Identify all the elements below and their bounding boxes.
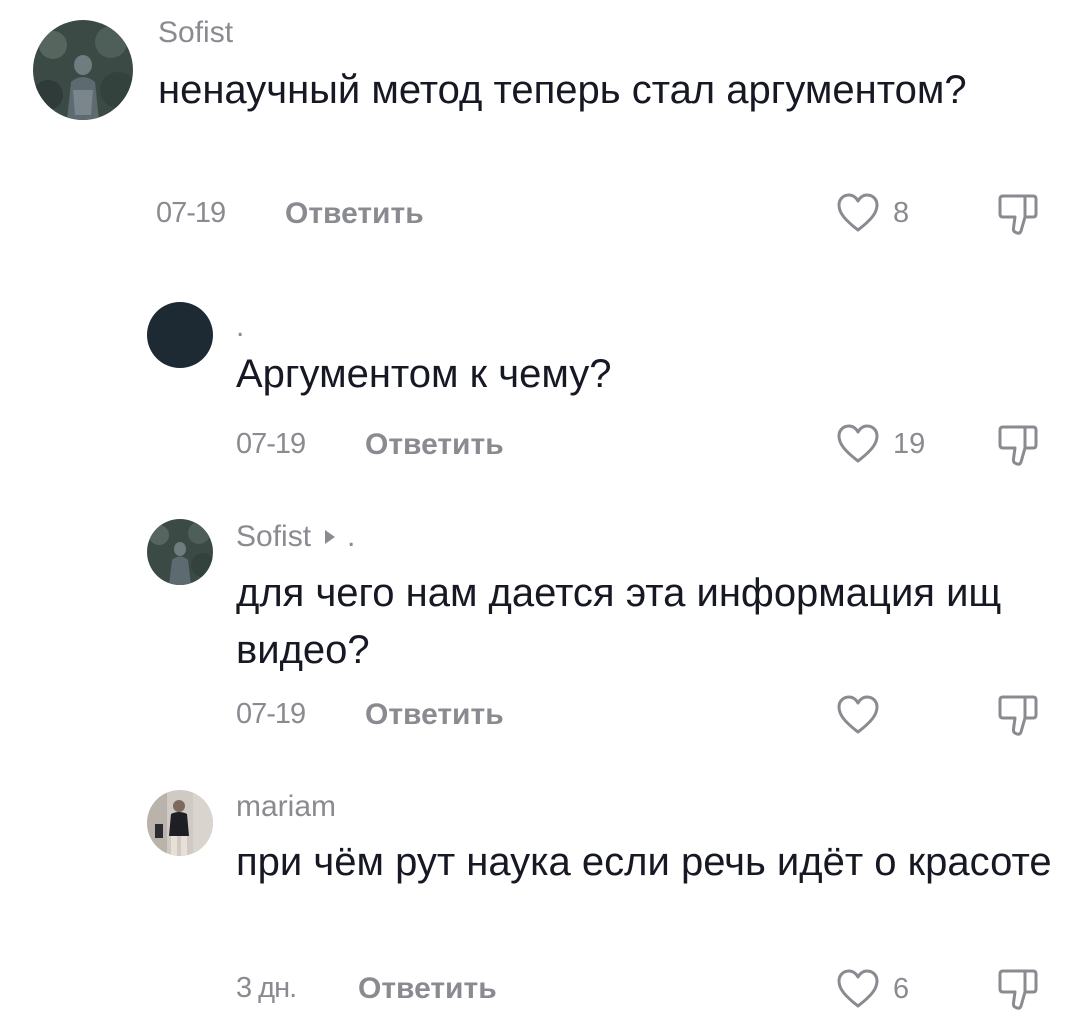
dislike-button[interactable] [997,192,1039,238]
dislike-button[interactable] [997,967,1039,1013]
reply-item: mariam при чём рут наука если речь идёт … [0,770,1079,1020]
thumbs-down-icon [998,969,1038,1010]
avatar-image [147,790,213,856]
like-button[interactable]: 8 [835,192,909,234]
thumbs-down-icon [998,695,1038,736]
comment-date: 3 дн. [236,972,297,1004]
heart-outline-icon [835,423,881,465]
like-button[interactable]: 19 [835,423,925,465]
comment-username[interactable]: Sofist [158,16,233,50]
comment-item: Sofist ненаучный метод теперь стал аргум… [0,0,1079,280]
comment-date: 07-19 [236,698,306,730]
avatar-image [147,302,213,368]
reply-button[interactable]: Ответить [365,698,504,732]
reply-button[interactable]: Ответить [358,972,497,1006]
reply-to-username[interactable]: . [347,520,355,553]
comment-date: 07-19 [156,197,226,229]
heart-outline-icon [835,968,881,1010]
like-count: 19 [893,427,926,460]
username-text[interactable]: Sofist [236,520,311,553]
comment-username[interactable]: . [236,310,244,344]
thumbs-down-icon [998,194,1038,235]
like-button[interactable]: 6 [835,968,909,1010]
comment-username[interactable]: Sofist. [236,520,355,554]
avatar[interactable] [147,790,213,856]
comment-date: 07-19 [236,428,306,460]
comment-text: ненаучный метод теперь стал аргументом? [158,68,967,112]
dislike-button[interactable] [997,693,1039,739]
avatar[interactable] [147,302,213,368]
avatar[interactable] [33,20,133,120]
heart-outline-icon [835,192,881,234]
comment-text: для чего нам дается эта информация ищ ви… [236,571,1002,672]
reply-item: . Аргументом к чему? 07-19 Ответить 19 [0,290,1079,500]
avatar-image [33,20,133,120]
like-count: 6 [893,972,910,1005]
like-count: 8 [893,196,910,229]
heart-outline-icon [835,694,881,736]
reply-button[interactable]: Ответить [285,197,424,231]
avatar-image [147,519,213,585]
dislike-button[interactable] [997,423,1039,469]
comment-username[interactable]: mariam [236,790,336,824]
reply-item: Sofist. для чего нам дается эта информац… [0,500,1079,770]
reply-arrow-icon [325,530,336,544]
avatar[interactable] [147,519,213,585]
comment-text: Аргументом к чему? [236,352,612,396]
thumbs-down-icon [998,425,1038,466]
reply-button[interactable]: Ответить [365,428,504,462]
comment-text: при чём рут наука если речь идёт о красо… [236,840,1052,884]
like-button[interactable] [835,694,893,736]
